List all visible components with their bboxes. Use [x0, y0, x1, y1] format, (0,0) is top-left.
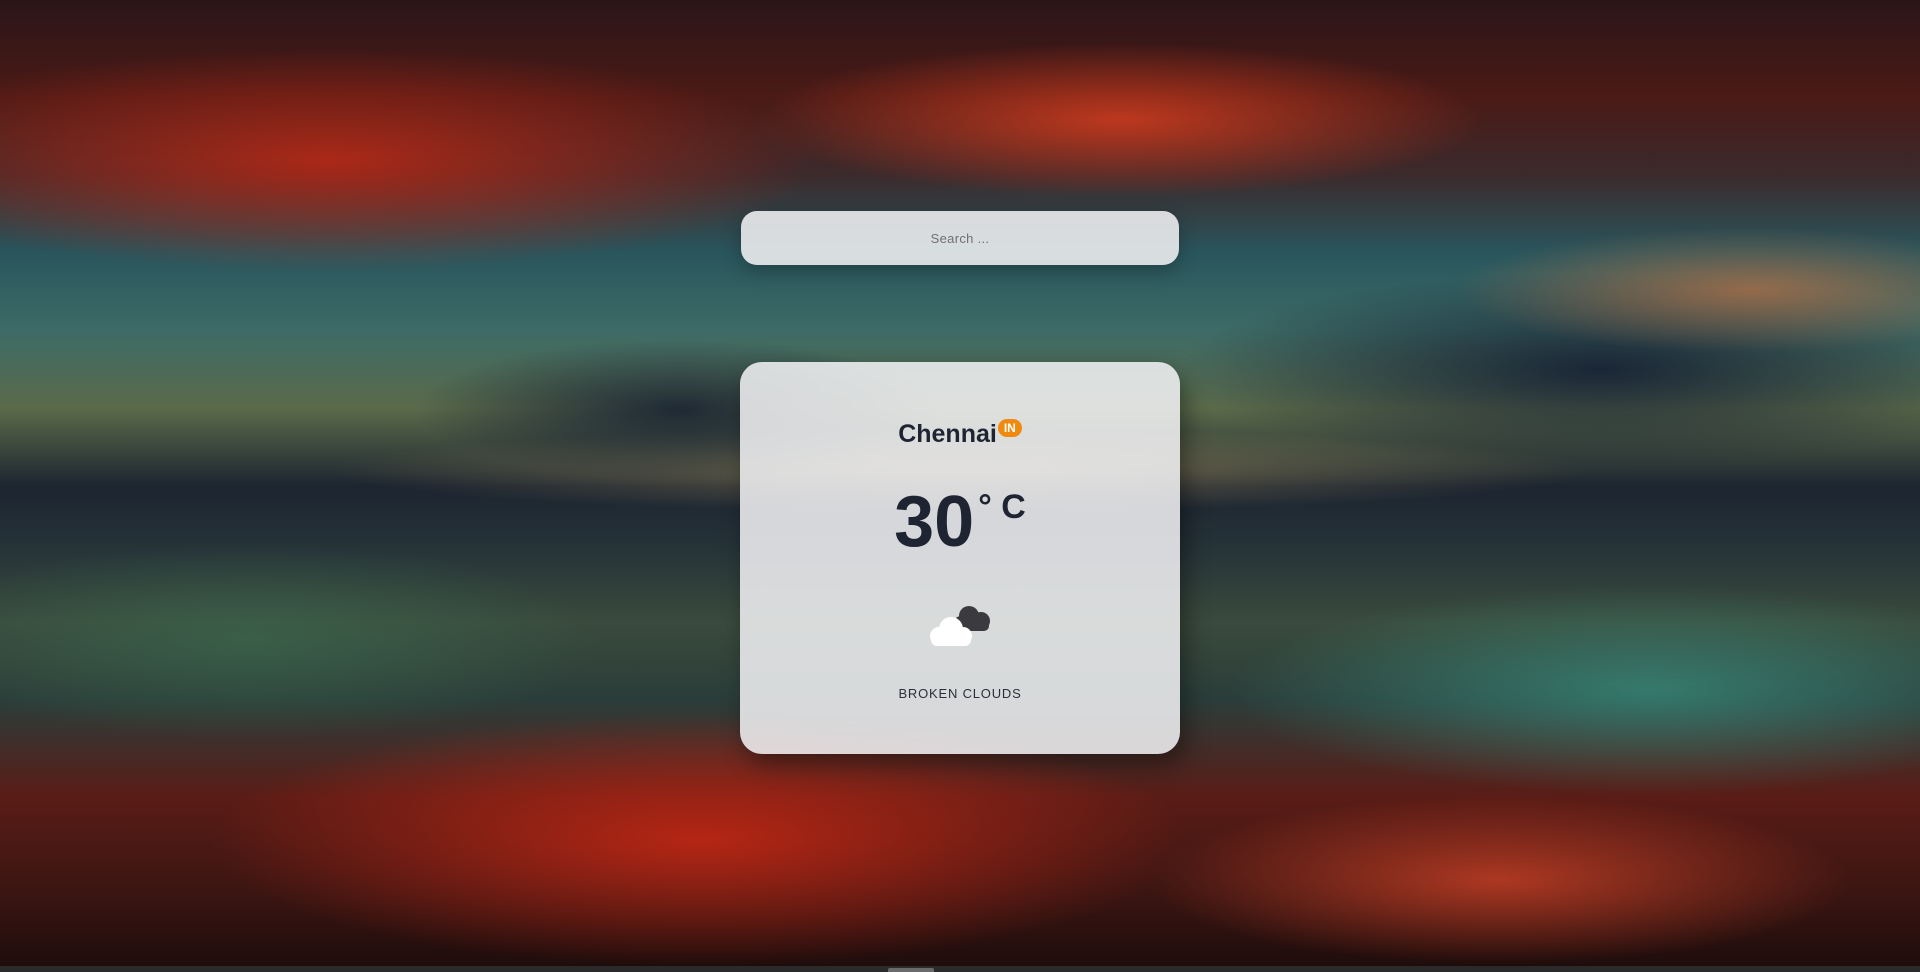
temperature-value: 30 — [894, 482, 975, 562]
broken-clouds-icon — [925, 602, 997, 652]
scroll-handle[interactable] — [888, 968, 934, 972]
weather-description: BROKEN CLOUDS — [898, 686, 1022, 701]
bottom-bar — [0, 966, 1920, 972]
search-box[interactable] — [741, 211, 1179, 265]
search-input[interactable] — [741, 211, 1179, 265]
temperature: 30 ° C — [740, 486, 1180, 558]
temperature-unit: ° C — [978, 488, 1026, 526]
country-badge: IN — [997, 419, 1022, 437]
weather-card: Chennai IN 30 ° C BROKEN CLOUDS — [740, 362, 1180, 754]
city-name: Chennai — [898, 420, 997, 448]
location: Chennai IN — [740, 419, 1180, 449]
